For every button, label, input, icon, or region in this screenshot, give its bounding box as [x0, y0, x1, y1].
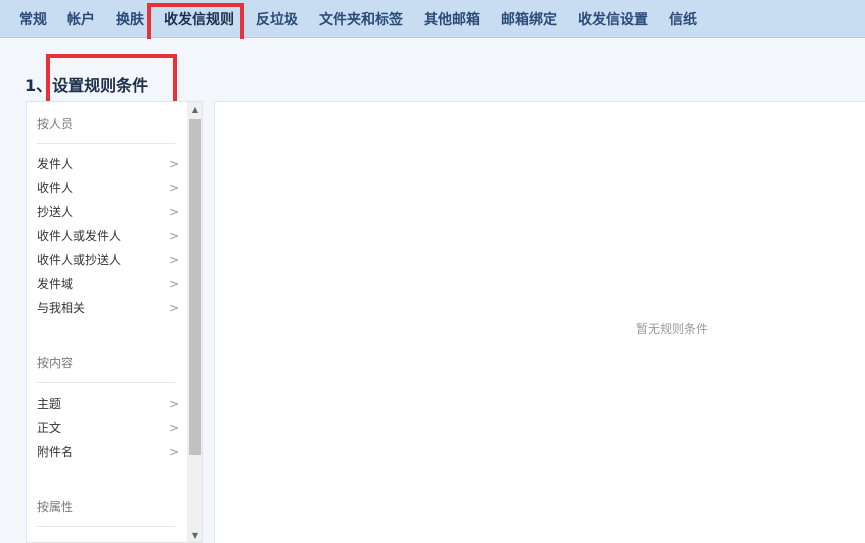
tab-skin[interactable]: 换肤 [116, 10, 144, 30]
condition-list-scrollbar[interactable]: ▲ ▼ [187, 102, 202, 542]
chevron-right-icon: > [168, 157, 179, 171]
condition-sender-domain[interactable]: 发件域 > [37, 274, 179, 294]
chevron-right-icon: > [168, 181, 179, 195]
condition-list-panel: 按人员 发件人 > 收件人 > 抄送人 > 收件人或发件人 > 收件人或抄送人 … [26, 101, 203, 543]
tab-folders-labels[interactable]: 文件夹和标签 [319, 10, 403, 30]
condition-label: 与我相关 [37, 301, 86, 315]
rules-settings-page: 1、设置规则条件 按人员 发件人 > 收件人 > 抄送人 > 收件人或发件人 >… [0, 39, 865, 543]
condition-label: 抄送人 [37, 205, 74, 219]
condition-attachment-name[interactable]: 附件名 > [37, 442, 179, 462]
condition-recipient[interactable]: 收件人 > [37, 178, 179, 198]
chevron-right-icon: > [168, 253, 179, 267]
tab-account[interactable]: 帐户 [67, 10, 95, 30]
condition-label: 收件人或抄送人 [37, 253, 122, 267]
chevron-right-icon: > [168, 277, 179, 291]
condition-sender[interactable]: 发件人 > [37, 154, 179, 174]
tab-general[interactable]: 常规 [19, 10, 47, 30]
tab-send-receive-settings[interactable]: 收发信设置 [578, 10, 648, 30]
empty-state-text: 暂无规则条件 [636, 322, 709, 336]
chevron-right-icon: > [168, 301, 179, 315]
group-divider [37, 526, 175, 527]
chevron-right-icon: > [168, 205, 179, 219]
condition-recipient-or-cc[interactable]: 收件人或抄送人 > [37, 250, 179, 270]
scrollbar-thumb[interactable] [189, 119, 201, 455]
condition-label: 正文 [37, 421, 62, 435]
tab-stationery[interactable]: 信纸 [669, 10, 697, 30]
group-divider [37, 382, 175, 383]
chevron-right-icon: > [168, 445, 179, 459]
condition-label: 收件人或发件人 [37, 229, 122, 243]
condition-related-to-me[interactable]: 与我相关 > [37, 298, 179, 318]
condition-body[interactable]: 正文 > [37, 418, 179, 438]
group-heading-by-content: 按内容 [37, 356, 74, 370]
group-heading-by-attribute: 按属性 [37, 500, 74, 514]
condition-label: 发件人 [37, 157, 74, 171]
scroll-up-arrow-icon[interactable]: ▲ [187, 102, 202, 118]
condition-label: 主题 [37, 397, 62, 411]
condition-recipient-or-sender[interactable]: 收件人或发件人 > [37, 226, 179, 246]
group-heading-by-person: 按人员 [37, 117, 74, 131]
section-title: 1、设置规则条件 [25, 76, 149, 95]
scroll-down-arrow-icon[interactable]: ▼ [187, 528, 202, 542]
tab-mailbox-binding[interactable]: 邮箱绑定 [501, 10, 557, 30]
tab-mail-rules[interactable]: 收发信规则 [164, 10, 234, 30]
settings-tab-bar: 常规 帐户 换肤 收发信规则 反垃圾 文件夹和标签 其他邮箱 邮箱绑定 收发信设… [0, 0, 865, 38]
condition-label: 发件域 [37, 277, 74, 291]
condition-cc[interactable]: 抄送人 > [37, 202, 179, 222]
chevron-right-icon: > [168, 421, 179, 435]
condition-subject[interactable]: 主题 > [37, 394, 179, 414]
group-divider [37, 143, 175, 144]
tab-other-mailbox[interactable]: 其他邮箱 [424, 10, 480, 30]
rule-conditions-panel: 暂无规则条件 [214, 101, 865, 543]
tab-anti-spam[interactable]: 反垃圾 [256, 10, 298, 30]
chevron-right-icon: > [168, 397, 179, 411]
chevron-right-icon: > [168, 229, 179, 243]
condition-label: 收件人 [37, 181, 74, 195]
condition-label: 附件名 [37, 445, 74, 459]
